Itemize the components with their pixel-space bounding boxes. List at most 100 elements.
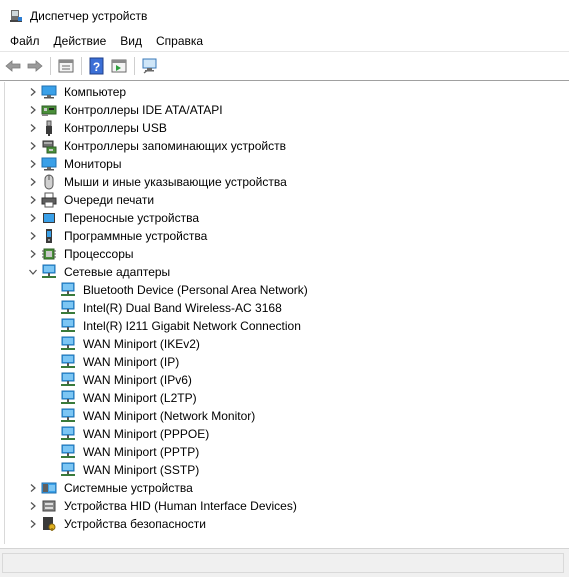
- chevron-right-icon: [30, 232, 36, 240]
- window-title: Диспетчер устройств: [30, 8, 148, 23]
- tree-item-label: Устройства безопасности: [64, 517, 206, 531]
- tree-item-label: Программные устройства: [64, 229, 208, 243]
- processor-icon: [41, 246, 57, 262]
- network-adapter-icon: [60, 318, 76, 334]
- tree-item-label: WAN Miniport (L2TP): [83, 391, 197, 405]
- network-adapter-icon: [60, 462, 76, 478]
- network-adapter-icon: [60, 390, 76, 406]
- network-adapter-icon: [60, 408, 76, 424]
- network-adapter-icon: [60, 444, 76, 460]
- help-button[interactable]: ?: [86, 55, 108, 77]
- tree-item-label: WAN Miniport (PPPOE): [83, 427, 210, 441]
- expand-toggle[interactable]: [27, 137, 39, 155]
- tree-item-label: Очереди печати: [64, 193, 155, 207]
- expand-toggle[interactable]: [27, 497, 39, 515]
- device-manager-app-icon: [8, 8, 24, 24]
- chevron-right-icon: [30, 502, 36, 510]
- expand-toggle[interactable]: [27, 227, 39, 245]
- expand-toggle[interactable]: [27, 191, 39, 209]
- tree-item-label: WAN Miniport (IP): [83, 355, 180, 369]
- tree-item-label: Контроллеры запоминающих устройств: [64, 139, 286, 153]
- tree-item-label: WAN Miniport (Network Monitor): [83, 409, 256, 423]
- expand-toggle[interactable]: [27, 245, 39, 263]
- tree-item-label: Системные устройства: [64, 481, 193, 495]
- tree-item-label: WAN Miniport (SSTP): [83, 463, 200, 477]
- storage-controller-icon: [41, 138, 57, 154]
- chevron-right-icon: [30, 178, 36, 186]
- status-pane: [2, 553, 564, 573]
- chevron-right-icon: [30, 88, 36, 96]
- chevron-right-icon: [30, 124, 36, 132]
- printer-icon: [41, 192, 57, 208]
- computer-icon: [41, 84, 57, 100]
- collapse-toggle[interactable]: [27, 263, 39, 281]
- tree-item-label: Компьютер: [64, 85, 127, 99]
- tree-item-label: Контроллеры USB: [64, 121, 167, 135]
- network-adapter-icon: [60, 372, 76, 388]
- forward-button[interactable]: [24, 55, 46, 77]
- expand-toggle[interactable]: [27, 479, 39, 497]
- tree-item-label: WAN Miniport (IPv6): [83, 373, 192, 387]
- menu-view[interactable]: Вид: [113, 31, 149, 51]
- tree-item-label: Процессоры: [64, 247, 134, 261]
- chevron-right-icon: [30, 214, 36, 222]
- tree-item-label: Intel(R) I211 Gigabit Network Connection: [83, 319, 301, 333]
- toolbar-separator: [134, 57, 135, 75]
- chevron-right-icon: [30, 484, 36, 492]
- monitor-icon: [41, 156, 57, 172]
- tree-item-label: Intel(R) Dual Band Wireless-AC 3168: [83, 301, 282, 315]
- expand-toggle[interactable]: [27, 119, 39, 137]
- status-bar: [0, 548, 569, 577]
- ide-controller-icon: [41, 102, 57, 118]
- hid-icon: [41, 498, 57, 514]
- view-icon: [111, 59, 127, 73]
- toolbar-separator: [81, 57, 82, 75]
- tree-item-label: Bluetooth Device (Personal Area Network): [83, 283, 308, 297]
- system-device-icon: [41, 480, 57, 496]
- network-adapter-icon: [60, 426, 76, 442]
- security-device-icon: [41, 516, 57, 532]
- toolbar-separator: [50, 57, 51, 75]
- expand-toggle[interactable]: [27, 101, 39, 119]
- tree-item-label: Сетевые адаптеры: [64, 265, 171, 279]
- menu-help[interactable]: Справка: [149, 31, 210, 51]
- software-device-icon: [41, 228, 57, 244]
- expand-toggle[interactable]: [27, 155, 39, 173]
- portable-device-icon: [41, 210, 57, 226]
- usb-icon: [41, 120, 57, 136]
- properties-button[interactable]: [55, 55, 77, 77]
- expand-toggle[interactable]: [27, 173, 39, 191]
- network-adapter-icon: [60, 300, 76, 316]
- menu-file[interactable]: Файл: [0, 31, 47, 51]
- chevron-right-icon: [30, 250, 36, 258]
- network-adapter-icon: [41, 264, 57, 280]
- expand-toggle[interactable]: [27, 209, 39, 227]
- tree-item-label: Мыши и иные указывающие устройства: [64, 175, 287, 189]
- view-button[interactable]: [108, 55, 130, 77]
- tree-item-label: Устройства HID (Human Interface Devices): [64, 499, 297, 513]
- toolbar: ?: [0, 52, 569, 81]
- expand-toggle[interactable]: [27, 515, 39, 533]
- tree-item-label: WAN Miniport (IKEv2): [83, 337, 200, 351]
- device-tree[interactable]: Компьютер Контроллеры IDE ATA/ATAPI Контро…: [4, 82, 568, 544]
- svg-text:?: ?: [93, 60, 100, 74]
- chevron-right-icon: [30, 160, 36, 168]
- back-button[interactable]: [2, 55, 24, 77]
- mouse-icon: [41, 174, 57, 190]
- network-adapter-icon: [60, 354, 76, 370]
- device-manager-window: Диспетчер устройств Файл Действие Вид Сп…: [0, 0, 569, 577]
- expand-toggle[interactable]: [27, 83, 39, 101]
- properties-icon: [58, 59, 74, 73]
- chevron-down-icon: [29, 269, 37, 275]
- help-icon: ?: [89, 57, 104, 75]
- scan-hardware-icon: [142, 58, 157, 74]
- scan-hardware-button[interactable]: [139, 55, 161, 77]
- title-bar[interactable]: Диспетчер устройств: [0, 0, 569, 31]
- network-adapter-icon: [60, 282, 76, 298]
- back-arrow-icon: [5, 60, 21, 72]
- tree-item-label: Контроллеры IDE ATA/ATAPI: [64, 103, 223, 117]
- network-adapter-icon: [60, 336, 76, 352]
- tree-item-label: WAN Miniport (PPTP): [83, 445, 200, 459]
- chevron-right-icon: [30, 142, 36, 150]
- menu-action[interactable]: Действие: [47, 31, 114, 51]
